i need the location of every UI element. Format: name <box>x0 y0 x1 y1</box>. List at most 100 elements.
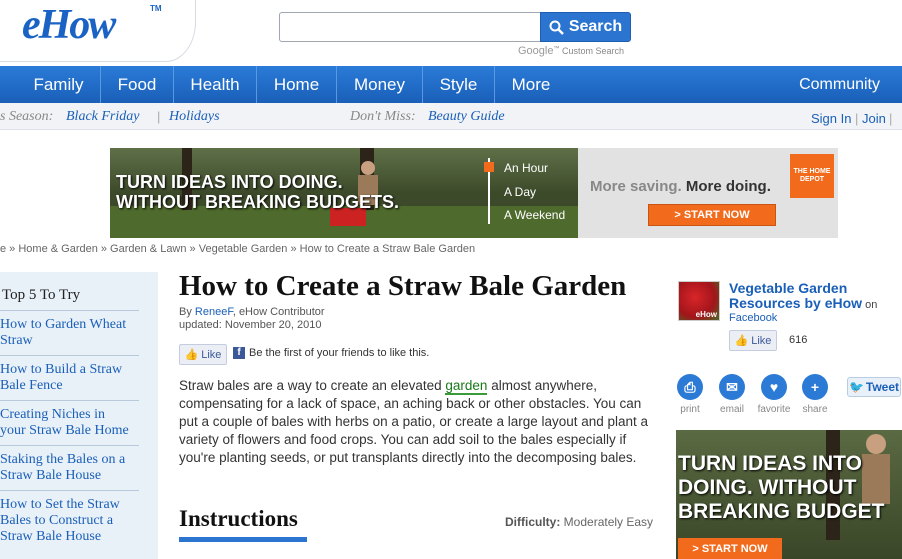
timeline-weekend: A Weekend <box>504 208 566 222</box>
tomato-thumbnail[interactable]: eHow <box>678 281 720 321</box>
byline: By ReneeF, eHow Contributor updated: Nov… <box>179 306 325 332</box>
instructions-heading: Instructions <box>179 506 298 531</box>
facebook-like-button-2[interactable]: 👍 Like <box>729 330 777 351</box>
timeline-hour: An Hour <box>504 161 549 175</box>
sidebar-item[interactable]: Creating Niches in your Straw Bale Home <box>0 407 139 439</box>
share-button[interactable]: + share <box>793 374 837 415</box>
favorite-button[interactable]: ♥ favorite <box>752 374 796 415</box>
separator: | <box>855 111 859 126</box>
intro-text-1: Straw bales are a way to create an eleva… <box>179 378 446 393</box>
dont-miss-label: Don't Miss: <box>350 109 416 124</box>
side-ad-line: DOING. WITHOUT <box>678 476 857 499</box>
sidebar-item-line: How to Garden Wheat <box>0 317 127 332</box>
difficulty: Difficulty: Moderately Easy <box>505 515 653 529</box>
sidebar-item-line: your Straw Bale Home <box>0 423 129 438</box>
facebook-icon: f <box>233 347 245 359</box>
veg-resources-link[interactable]: Vegetable Garden Resources by eHow <box>729 280 862 311</box>
side-ad[interactable]: TURN IDEAS INTO DOING. WITHOUT BREAKING … <box>676 430 902 559</box>
sidebar-item-line: How to Build a Straw <box>0 362 123 377</box>
nav-health[interactable]: Health <box>174 66 257 103</box>
search-button[interactable]: Search <box>540 12 631 42</box>
twitter-bird-icon: 🐦 <box>848 380 864 394</box>
facebook-link[interactable]: Facebook <box>729 312 777 324</box>
sidebar-title: Top 5 To Try <box>2 287 81 303</box>
article-intro: Straw bales are a way to create an eleva… <box>179 377 651 467</box>
ad-photo: TURN IDEAS INTO DOING. WITHOUT BREAKING … <box>110 148 578 238</box>
sidebar-item[interactable]: Staking the Bales on a Straw Bale House <box>0 452 139 484</box>
sidebar-item[interactable]: How to Set the Straw Bales to Construct … <box>0 497 139 545</box>
difficulty-value: Moderately Easy <box>560 515 654 529</box>
ad-saving-2: More doing. <box>685 178 771 195</box>
friends-text: Be the first of your friends to like thi… <box>249 347 430 359</box>
google-custom-search: Google™ Custom Search <box>518 45 625 57</box>
search-icon <box>549 20 564 35</box>
fb-friends-text: f Be the first of your friends to like t… <box>233 347 429 359</box>
main-nav: Family Food Health Home Money Style More… <box>0 66 902 103</box>
side-ad-start-button[interactable]: > START NOW <box>678 538 782 559</box>
on-label: on <box>862 299 878 311</box>
link-beauty-guide[interactable]: Beauty Guide <box>428 109 505 125</box>
nav-community[interactable]: Community <box>799 66 880 103</box>
facebook-like-button[interactable]: 👍 Like <box>179 344 227 365</box>
ad-start-button[interactable]: > START NOW <box>648 204 776 226</box>
favorite-label: favorite <box>757 404 791 415</box>
thumbs-up-icon: 👍 <box>184 349 199 361</box>
thumb-label: eHow <box>695 310 717 319</box>
difficulty-label: Difficulty: <box>505 515 561 529</box>
like-label: Like <box>201 348 222 361</box>
custom-search-label: Custom Search <box>562 46 625 56</box>
home-depot-logo: THE HOME DEPOT <box>790 154 834 198</box>
divider <box>0 490 139 491</box>
google-label: Google <box>518 45 554 57</box>
share-label: share <box>802 404 828 415</box>
sign-in-link[interactable]: Sign In <box>811 111 851 126</box>
separator: | <box>889 111 893 126</box>
sidebar-item-line: Bale Fence <box>0 378 63 393</box>
nav-home[interactable]: Home <box>257 66 337 103</box>
top-5-sidebar: Top 5 To Try How to Garden Wheat Straw H… <box>0 272 158 559</box>
article-title: How to Create a Straw Bale Garden <box>179 270 627 302</box>
ad-banner[interactable]: TURN IDEAS INTO DOING. WITHOUT BREAKING … <box>110 148 838 238</box>
sidebar-item-line: Staking the Bales on a <box>0 452 126 467</box>
divider <box>0 355 139 356</box>
like-label: Like <box>751 334 772 347</box>
author-role: , eHow Contributor <box>232 306 325 318</box>
print-icon: ⎙ <box>677 374 703 400</box>
garden-link[interactable]: garden <box>445 378 488 395</box>
link-black-friday[interactable]: Black Friday <box>66 109 139 125</box>
email-button[interactable]: ✉ email <box>710 374 754 415</box>
veg-resources: Vegetable Garden Resources by eHow on <box>729 281 899 313</box>
trademark: TM <box>150 4 162 13</box>
print-button[interactable]: ⎙ print <box>668 374 712 415</box>
sidebar-item[interactable]: How to Build a Straw Bale Fence <box>0 362 139 394</box>
search-input[interactable] <box>279 12 541 42</box>
like-count: 616 <box>789 334 808 346</box>
ehow-logo[interactable]: eHow TM <box>22 0 162 50</box>
side-ad-line: BREAKING BUDGET <box>678 500 885 523</box>
nav-more[interactable]: More <box>495 66 567 103</box>
season-label: s Season: <box>0 109 54 124</box>
link-holidays[interactable]: Holidays <box>169 109 220 125</box>
join-link[interactable]: Join <box>862 111 886 126</box>
divider <box>0 445 139 446</box>
sidebar-item-line: Bales to Construct a <box>0 513 114 528</box>
breadcrumb[interactable]: e » Home & Garden » Garden & Lawn » Vege… <box>0 243 475 255</box>
site-header: eHow TM Search Google™ Custom Search <box>0 0 902 66</box>
sidebar-item-line: How to Set the Straw <box>0 497 120 512</box>
tweet-button[interactable]: 🐦 Tweet <box>847 377 901 397</box>
ad-saving-1: More saving. <box>590 178 682 195</box>
author-link[interactable]: ReneeF <box>195 306 233 318</box>
logo-text: eHow <box>22 2 116 48</box>
nav-family[interactable]: Family <box>17 66 101 103</box>
sidebar-item[interactable]: How to Garden Wheat Straw <box>0 317 139 349</box>
tweet-label: Tweet <box>865 380 900 394</box>
by-label: By <box>179 306 195 318</box>
nav-food[interactable]: Food <box>101 66 174 103</box>
nav-style[interactable]: Style <box>423 66 495 103</box>
email-icon: ✉ <box>719 374 745 400</box>
divider <box>0 400 139 401</box>
print-label: print <box>680 404 700 415</box>
nav-money[interactable]: Money <box>337 66 423 103</box>
sidebar-item-line: Straw <box>0 333 33 348</box>
plus-icon: + <box>802 374 828 400</box>
